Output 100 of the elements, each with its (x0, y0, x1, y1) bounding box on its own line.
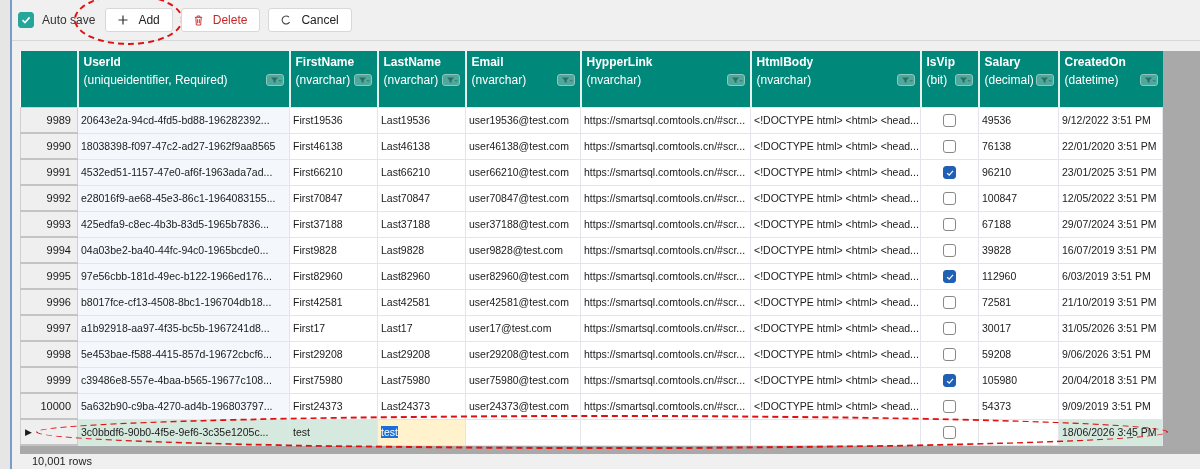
table-cell: https://smartsql.comtools.cn/#scr... (580, 341, 751, 367)
table-cell: 425edfa9-c8ec-4b3b-83d5-1965b7836... (77, 211, 290, 237)
table-cell: 9/12/2022 3:51 PM (1058, 107, 1163, 133)
vip-checkbox[interactable] (943, 296, 956, 310)
column-header[interactable]: FirstName (nvarchar) (289, 51, 378, 107)
row-number: 9993 (20, 211, 78, 237)
table-cell: 23/01/2025 3:51 PM (1058, 159, 1163, 185)
table-cell: https://smartsql.comtools.cn/#scr... (580, 211, 751, 237)
row-number: 9998 (20, 341, 78, 367)
table-cell: 67188 (978, 211, 1059, 237)
table-cell: 12/05/2022 3:51 PM (1058, 185, 1163, 211)
checkmark-icon (944, 167, 955, 178)
table-cell: 04a03be2-ba40-44fc-94c0-1965bcde0... (77, 237, 290, 263)
vip-checkbox[interactable] (943, 140, 956, 154)
vip-checkbox[interactable] (943, 114, 956, 128)
table-cell: <!DOCTYPE html> <html> <head... (750, 393, 921, 419)
table-cell: 105980 (978, 367, 1059, 393)
table-cell: a1b92918-aa97-4f35-bc5b-1967241d8... (77, 315, 290, 341)
table-cell: Last66210 (377, 159, 466, 185)
filter-icon[interactable] (265, 74, 284, 86)
table-cell: 22/01/2020 3:51 PM (1058, 133, 1163, 159)
table-cell: user29208@test.com (465, 341, 581, 367)
vip-checkbox[interactable] (943, 166, 956, 180)
column-header[interactable]: IsVip (bit) (920, 51, 979, 107)
table-cell: 112960 (978, 263, 1059, 289)
table-cell: First42581 (289, 289, 378, 315)
table-cell: First19536 (289, 107, 378, 133)
column-header[interactable]: UserId (uniqueidentifier, Required) (77, 51, 290, 107)
table-cell: Last46138 (377, 133, 466, 159)
table-cell: 31/05/2026 3:51 PM (1058, 315, 1163, 341)
table-cell: First17 (289, 315, 378, 341)
delete-button[interactable]: Delete (180, 8, 261, 32)
table-cell: https://smartsql.comtools.cn/#scr... (580, 289, 751, 315)
table-cell: https://smartsql.comtools.cn/#scr... (580, 185, 751, 211)
table-cell: <!DOCTYPE html> <html> <head... (750, 211, 921, 237)
table-cell: 9/06/2026 3:51 PM (1058, 341, 1163, 367)
vip-checkbox[interactable] (943, 348, 956, 362)
vip-checkbox[interactable] (943, 400, 956, 414)
column-header[interactable]: Salary (decimal) (978, 51, 1059, 107)
filter-icon[interactable] (556, 74, 575, 86)
table-cell: https://smartsql.comtools.cn/#scr... (580, 393, 751, 419)
table-cell: <!DOCTYPE html> <html> <head... (750, 159, 921, 185)
undo-icon (281, 15, 292, 25)
table-cell: First82960 (289, 263, 378, 289)
column-header[interactable]: HypperLink (nvarchar) (580, 51, 751, 107)
filter-icon[interactable] (1139, 74, 1158, 86)
table-cell: 18038398-f097-47c2-ad27-1962f9aa8565 (77, 133, 290, 159)
table-cell: 49536 (978, 107, 1059, 133)
table-cell: 3c0bbdf6-90b0-4f5e-9ef6-3c35e1205c... (77, 419, 290, 445)
auto-save-checkbox[interactable]: Auto save (18, 12, 96, 28)
column-header[interactable]: Email (nvarchar) (465, 51, 581, 107)
vip-checkbox[interactable] (943, 322, 956, 336)
filter-icon[interactable] (726, 74, 745, 86)
column-header[interactable]: CreatedOn (datetime) (1058, 51, 1163, 107)
row-count: 10,001 rows (31, 455, 93, 468)
vip-checkbox[interactable] (943, 426, 956, 440)
plus-icon (118, 15, 129, 25)
checkmark-icon (20, 14, 32, 26)
row-number: 9989 (20, 107, 78, 133)
table-cell: 76138 (978, 133, 1059, 159)
filter-icon[interactable] (896, 74, 915, 86)
table-cell: user82960@test.com (465, 263, 581, 289)
vip-checkbox[interactable] (943, 270, 956, 284)
table-cell: test (289, 419, 378, 445)
vip-checkbox[interactable] (943, 192, 956, 206)
table-cell: <!DOCTYPE html> <html> <head... (750, 107, 921, 133)
row-number: 9996 (20, 289, 78, 315)
table-cell: https://smartsql.comtools.cn/#scr... (580, 367, 751, 393)
column-header[interactable]: HtmlBody (nvarchar) (750, 51, 921, 107)
table-cell: <!DOCTYPE html> <html> <head... (750, 133, 921, 159)
table-cell: <!DOCTYPE html> <html> <head... (750, 263, 921, 289)
column-header[interactable]: LastName (nvarchar) (377, 51, 466, 107)
table-cell: user42581@test.com (465, 289, 581, 315)
cancel-button[interactable]: Cancel (268, 8, 352, 32)
table-cell: First75980 (289, 367, 378, 393)
row-number: 10000 (20, 393, 78, 419)
table-cell: user9828@test.com (465, 237, 581, 263)
table-cell: <!DOCTYPE html> <html> <head... (750, 237, 921, 263)
vip-checkbox[interactable] (943, 374, 956, 388)
filter-icon[interactable] (441, 74, 460, 86)
filter-icon[interactable] (1035, 74, 1054, 86)
table-cell: Last42581 (377, 289, 466, 315)
row-number: 9991 (20, 159, 78, 185)
table-cell: 4532ed51-1157-47e0-af6f-1963ada7ad... (77, 159, 290, 185)
filter-icon[interactable] (353, 74, 372, 86)
vip-checkbox[interactable] (943, 244, 956, 258)
table-cell: user75980@test.com (465, 367, 581, 393)
table-cell: 97e56cbb-181d-49ec-b122-1966ed176... (77, 263, 290, 289)
add-button[interactable]: Add (105, 8, 173, 32)
table-cell: First29208 (289, 341, 378, 367)
table-cell: Last37188 (377, 211, 466, 237)
filter-icon[interactable] (954, 74, 973, 86)
table-cell: 30017 (978, 315, 1059, 341)
row-number: 9999 (20, 367, 78, 393)
table-cell: Last24373 (377, 393, 466, 419)
table-cell: Last9828 (377, 237, 466, 263)
table-cell: Last70847 (377, 185, 466, 211)
vip-checkbox[interactable] (943, 218, 956, 232)
table-cell: e28016f9-ae68-45e3-86c1-1964083155... (77, 185, 290, 211)
table-cell: 54373 (978, 393, 1059, 419)
